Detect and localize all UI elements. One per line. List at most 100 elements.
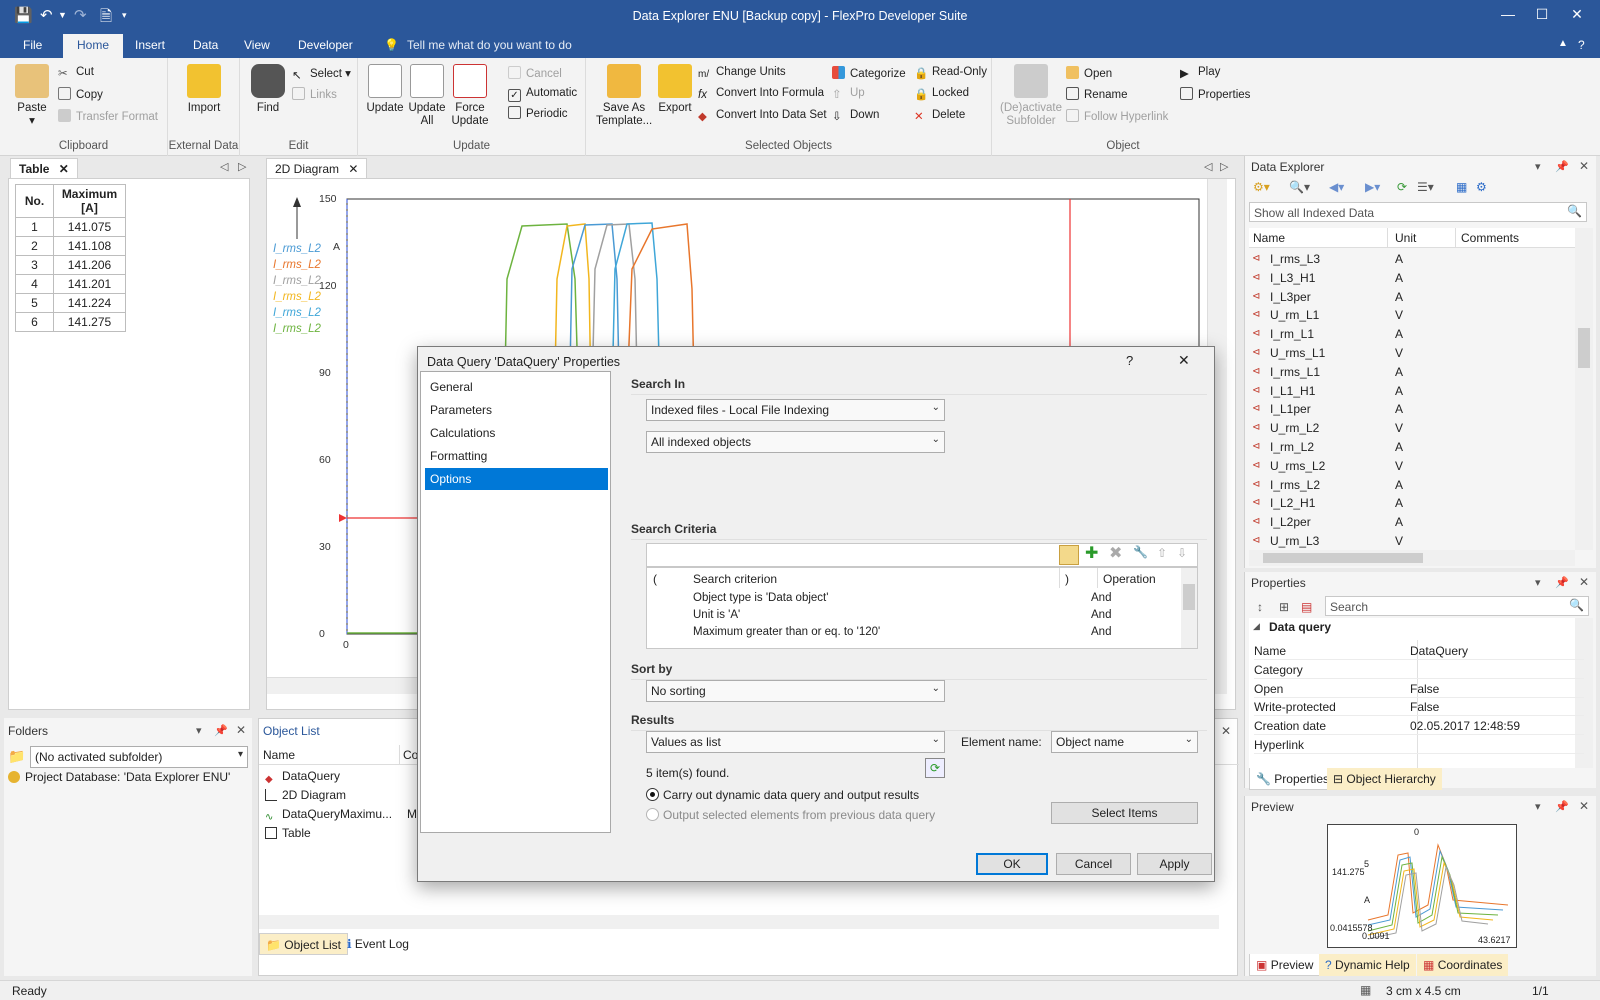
categorize-button[interactable]: Categorize bbox=[832, 66, 906, 80]
tab-dynamic-help[interactable]: ? Dynamic Help bbox=[1319, 954, 1416, 976]
data-explorer-v-scrollbar[interactable] bbox=[1575, 228, 1593, 550]
search-source-select[interactable]: Indexed files - Local File Indexing ⌄ bbox=[646, 399, 945, 421]
data-explorer-row[interactable]: ⊲ I_rm_L2 A bbox=[1252, 438, 1552, 457]
data-explorer-row[interactable]: ⊲ I_rms_L3 A bbox=[1252, 250, 1552, 269]
nav-options[interactable]: Options bbox=[425, 468, 608, 490]
table-icon[interactable]: ▦ bbox=[1456, 180, 1467, 194]
data-explorer-row[interactable]: ⊲ U_rms_L2 V bbox=[1252, 457, 1552, 476]
close-panel-icon[interactable]: ✕ bbox=[1221, 724, 1231, 738]
property-row[interactable]: Creation date 02.05.2017 12:48:59 bbox=[1254, 716, 1584, 736]
categorized-icon[interactable]: ⊞ bbox=[1279, 600, 1289, 614]
maximize-icon[interactable]: ☐ bbox=[1527, 6, 1557, 23]
close-window-icon[interactable]: ✕ bbox=[1562, 6, 1592, 23]
tab-object-list[interactable]: 📁 Object List bbox=[259, 933, 348, 955]
search-icon[interactable]: 🔍 bbox=[1567, 204, 1582, 218]
col-comments[interactable]: Comments bbox=[1461, 231, 1519, 245]
tab-view[interactable]: View bbox=[244, 38, 270, 52]
table-row[interactable]: 2 141.108 bbox=[15, 236, 126, 256]
forward-icon[interactable]: ▶▾ bbox=[1365, 180, 1380, 194]
project-database-item[interactable]: Project Database: 'Data Explorer ENU' bbox=[8, 770, 230, 784]
periodic-checkbox[interactable]: Periodic bbox=[508, 106, 568, 120]
indexing-icon[interactable]: ⚙▾ bbox=[1253, 180, 1270, 194]
minimize-icon[interactable]: — bbox=[1493, 6, 1523, 22]
data-explorer-row[interactable]: ⊲ U_rm_L3 V bbox=[1252, 532, 1552, 551]
data-explorer-row[interactable]: ⊲ I_rms_L1 A bbox=[1252, 363, 1552, 382]
data-explorer-row[interactable]: ⊲ I_L1_H1 A bbox=[1252, 382, 1552, 401]
table-row[interactable]: 4 141.201 bbox=[15, 274, 126, 294]
nav-calculations[interactable]: Calculations bbox=[425, 422, 608, 444]
cancel-button[interactable]: Cancel bbox=[1056, 853, 1131, 875]
element-name-select[interactable]: Object name ⌄ bbox=[1051, 731, 1198, 753]
select-items-button[interactable]: Select Items bbox=[1051, 802, 1198, 824]
property-row[interactable]: Name DataQuery bbox=[1254, 641, 1584, 660]
list-item-table[interactable]: Table bbox=[265, 826, 311, 840]
close-panel-icon[interactable]: ✕ bbox=[1579, 159, 1589, 173]
rename-button[interactable]: Rename bbox=[1066, 87, 1127, 101]
open-button[interactable]: Open bbox=[1066, 66, 1112, 80]
add-criterion-icon[interactable]: ✚ bbox=[1085, 545, 1098, 563]
panel-menu-icon[interactable]: ▾ bbox=[1535, 576, 1541, 589]
property-row[interactable]: Category bbox=[1254, 660, 1584, 679]
export-button[interactable]: Export bbox=[654, 64, 696, 115]
tab-data[interactable]: Data bbox=[193, 38, 218, 52]
property-value[interactable]: False bbox=[1410, 682, 1439, 696]
data-explorer-row[interactable]: ⊲ I_L1per A bbox=[1252, 400, 1552, 419]
convert-dataset-button[interactable]: ◆ Convert Into Data Set bbox=[698, 109, 827, 123]
save-as-template-button[interactable]: Save As Template... bbox=[596, 64, 652, 128]
pin-icon[interactable]: 📌 bbox=[1555, 576, 1569, 589]
data-explorer-row[interactable]: ⊲ U_rm_L2 V bbox=[1252, 419, 1552, 438]
settings-gear-icon[interactable]: ⚙ bbox=[1476, 180, 1487, 194]
collapse-ribbon-icon[interactable]: ▲ bbox=[1558, 38, 1568, 49]
search-options-icon[interactable]: 🔍▾ bbox=[1289, 180, 1310, 194]
tell-me-search[interactable]: Tell me what do you want to do bbox=[407, 38, 572, 52]
convert-formula-button[interactable]: fx Convert Into Formula bbox=[698, 87, 824, 102]
data-explorer-row[interactable]: ⊲ I_L3_H1 A bbox=[1252, 269, 1552, 288]
nav-parameters[interactable]: Parameters bbox=[425, 399, 608, 421]
data-explorer-row[interactable]: ⊲ I_rms_L2 A bbox=[1252, 476, 1552, 495]
table-row[interactable]: 3 141.206 bbox=[15, 255, 126, 275]
tab-developer[interactable]: Developer bbox=[298, 38, 353, 52]
property-row[interactable]: Hyperlink bbox=[1254, 735, 1584, 754]
refresh-results-icon[interactable]: ⟳ bbox=[925, 758, 945, 778]
locked-button[interactable]: 🔒 Locked bbox=[914, 87, 969, 101]
panel-menu-icon[interactable]: ▾ bbox=[196, 724, 202, 737]
scroll-right-icon[interactable]: ▷ bbox=[1220, 160, 1228, 173]
tab-event-log[interactable]: ℹ Event Log bbox=[341, 933, 415, 955]
property-value[interactable]: DataQuery bbox=[1410, 644, 1468, 658]
data-explorer-row[interactable]: ⊲ I_rm_L1 A bbox=[1252, 325, 1552, 344]
data-explorer-search[interactable]: Show all Indexed Data 🔍 bbox=[1249, 202, 1587, 222]
table-row[interactable]: 1 141.075 bbox=[15, 217, 126, 237]
panel-menu-icon[interactable]: ▾ bbox=[1535, 160, 1541, 173]
subfolder-combo[interactable]: (No activated subfolder) ▾ bbox=[30, 746, 248, 768]
paste-button[interactable]: Paste ▾ bbox=[12, 64, 52, 128]
data-explorer-row[interactable]: ⊲ U_rms_L1 V bbox=[1252, 344, 1552, 363]
col-name[interactable]: Name bbox=[1253, 231, 1285, 245]
list-item-dataquery[interactable]: ◆ DataQuery bbox=[265, 769, 340, 786]
data-table[interactable]: No. Maximum [A] 1 141.075 2 141.108 3 141.206 4… bbox=[15, 184, 126, 332]
col-unit[interactable]: Unit bbox=[1395, 231, 1416, 245]
close-tab-icon[interactable]: ✕ bbox=[59, 162, 69, 176]
col-name[interactable]: Name bbox=[263, 748, 295, 762]
pin-icon[interactable]: 📌 bbox=[1555, 160, 1569, 173]
scroll-left-icon[interactable]: ◁ bbox=[1204, 160, 1212, 173]
delete-button[interactable]: ✕ Delete bbox=[914, 109, 965, 123]
property-row[interactable]: Write-protected False bbox=[1254, 697, 1584, 717]
search-scope-select[interactable]: All indexed objects ⌄ bbox=[646, 431, 945, 453]
data-explorer-row[interactable]: ⊲ I_L2per A bbox=[1252, 513, 1552, 532]
apply-button[interactable]: Apply bbox=[1137, 853, 1212, 875]
results-mode-select[interactable]: Values as list ⌄ bbox=[646, 731, 945, 753]
read-only-button[interactable]: 🔒 Read-Only bbox=[914, 66, 987, 80]
copy-button[interactable]: Copy bbox=[58, 87, 103, 101]
close-panel-icon[interactable]: ✕ bbox=[1579, 575, 1589, 589]
force-update-button[interactable]: Force Update bbox=[450, 64, 490, 128]
tab-properties[interactable]: 🔧 Properties bbox=[1249, 768, 1336, 790]
data-explorer-h-scrollbar[interactable] bbox=[1249, 550, 1575, 566]
sort-by-select[interactable]: No sorting ⌄ bbox=[646, 680, 945, 702]
panel-menu-icon[interactable]: ▾ bbox=[1535, 800, 1541, 813]
tab-preview[interactable]: ▣ Preview bbox=[1249, 954, 1321, 976]
dialog-close-button[interactable]: ✕ bbox=[1178, 352, 1190, 369]
tab-insert[interactable]: Insert bbox=[135, 38, 165, 52]
cut-button[interactable]: ✂ Cut bbox=[58, 66, 94, 80]
list-item-dataquerymaximum[interactable]: ∿ DataQueryMaximu... Ma bbox=[265, 807, 424, 824]
help-icon[interactable]: ? bbox=[1578, 38, 1585, 52]
